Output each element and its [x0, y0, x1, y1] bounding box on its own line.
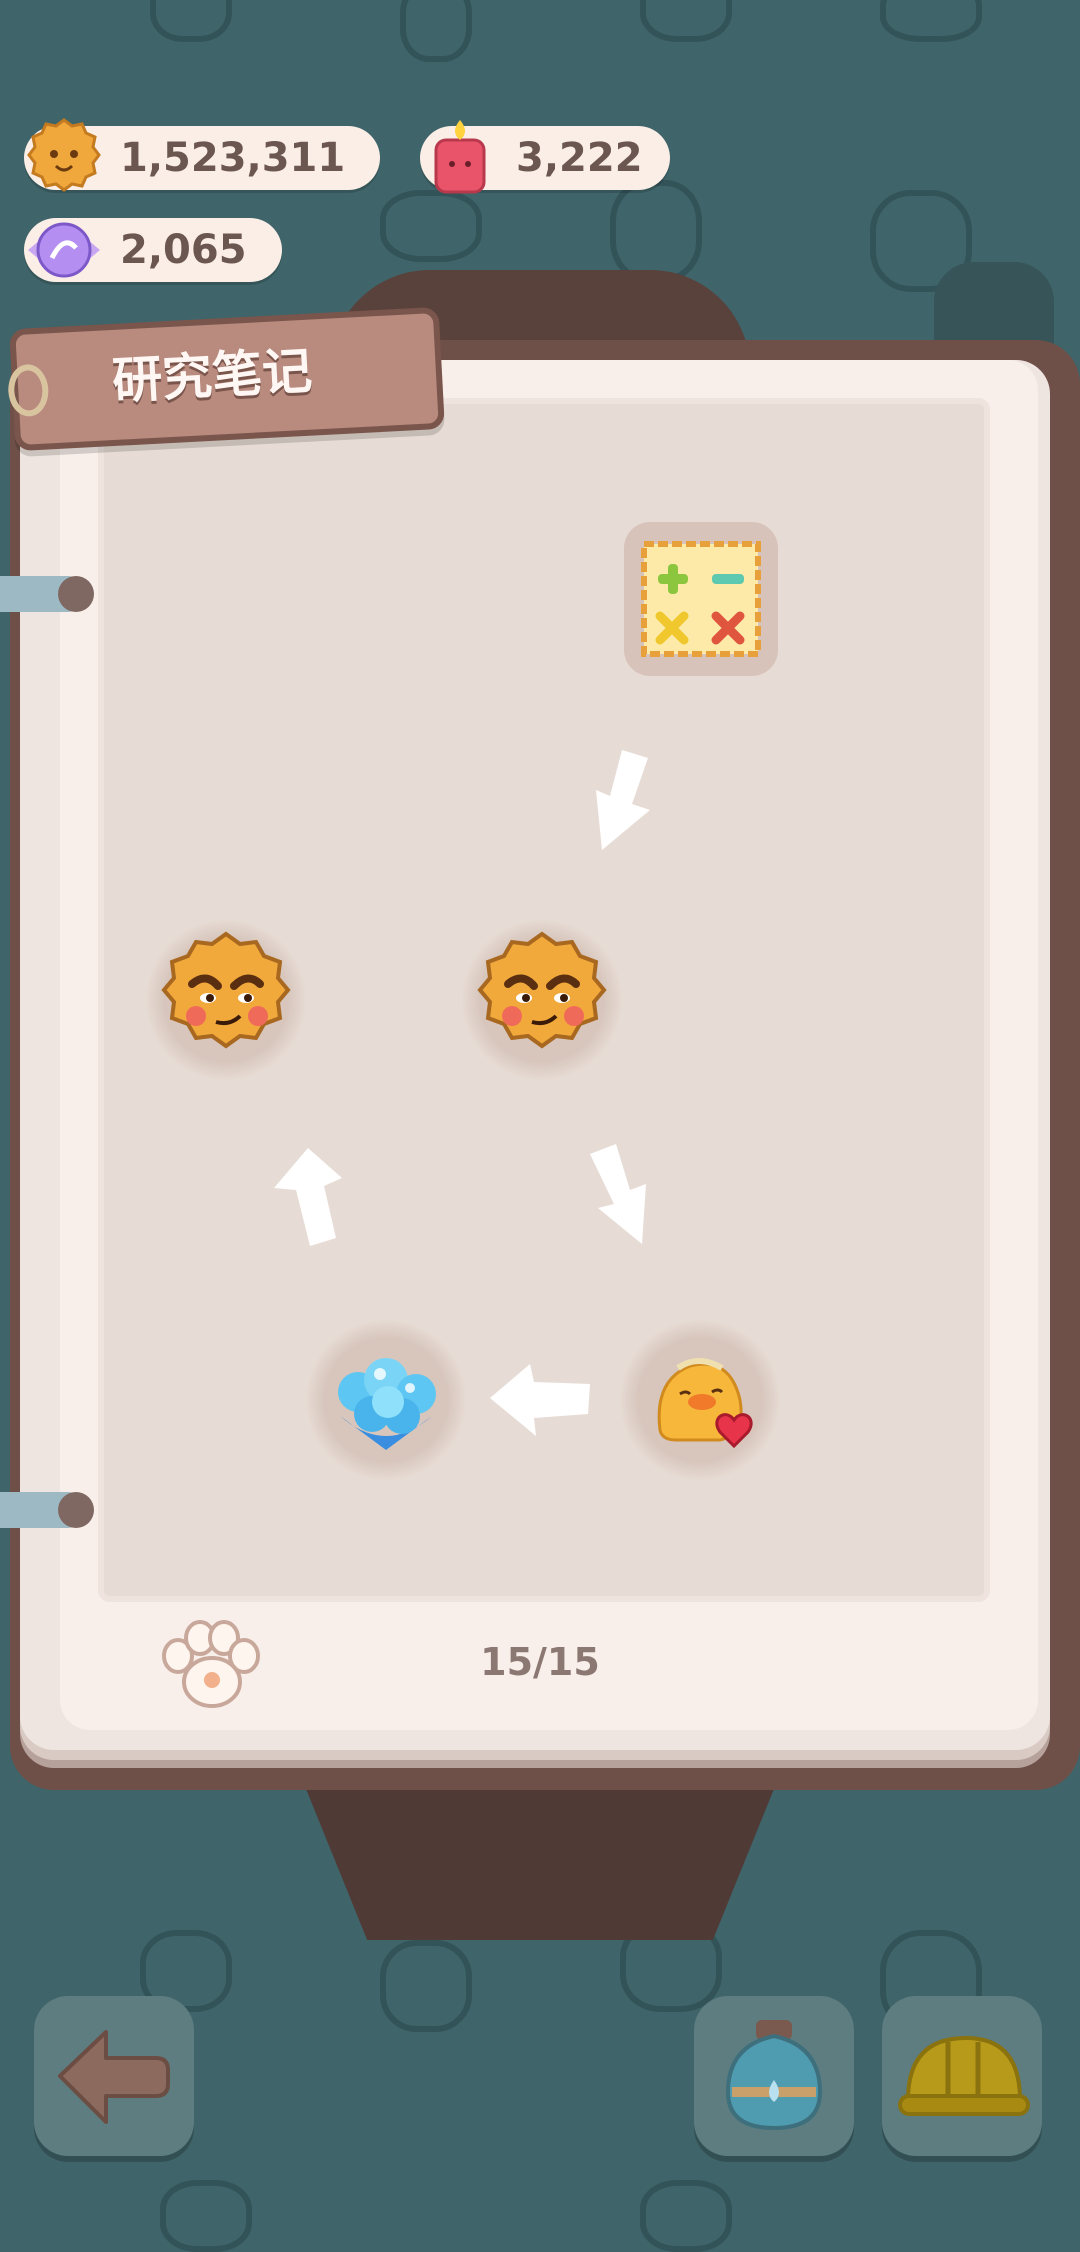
back-arrow-icon — [58, 2030, 170, 2124]
recipe-card[interactable] — [624, 522, 778, 676]
helmet-button[interactable] — [882, 1996, 1042, 2156]
arrow-down-left-icon — [596, 750, 650, 850]
grumpy-cookie-icon — [161, 931, 291, 1049]
arrow-left-icon — [490, 1364, 590, 1436]
cookie-node-center[interactable] — [462, 920, 622, 1080]
blue-bubbles-icon — [338, 1358, 436, 1450]
rope-decoration — [6, 363, 50, 418]
gem-currency-counter: 2,065 — [24, 218, 282, 282]
hard-hat-icon — [898, 2035, 1030, 2116]
potion-button[interactable] — [694, 1996, 854, 2156]
bubbles-node[interactable] — [306, 1320, 466, 1480]
cookie-currency-counter: 1,523,311 — [24, 118, 380, 192]
cookie-node-left[interactable] — [146, 920, 306, 1080]
potion-bottle-icon — [725, 2020, 823, 2131]
cookie-icon — [27, 118, 101, 192]
page-counter: 15/15 — [480, 1640, 600, 1684]
math-stamp-icon — [641, 541, 761, 657]
candle-icon — [434, 120, 486, 194]
back-button[interactable] — [34, 1996, 194, 2156]
candle-currency-counter: 3,222 — [420, 120, 670, 194]
candle-count: 3,222 — [516, 135, 643, 181]
arrow-down-right-icon — [590, 1144, 646, 1244]
arrow-up-icon — [274, 1148, 342, 1246]
grumpy-cookie-icon — [477, 931, 607, 1049]
cookie-count: 1,523,311 — [120, 135, 346, 181]
binder-hole — [58, 1492, 94, 1528]
binder-hole — [58, 576, 94, 612]
chick-with-heart-icon — [657, 1358, 753, 1449]
gem-count: 2,065 — [120, 227, 247, 273]
paw-icon[interactable] — [158, 1618, 262, 1712]
chick-node[interactable] — [620, 1320, 780, 1480]
notebook-title: 研究笔记 — [110, 341, 314, 411]
gem-candy-icon — [28, 222, 100, 278]
